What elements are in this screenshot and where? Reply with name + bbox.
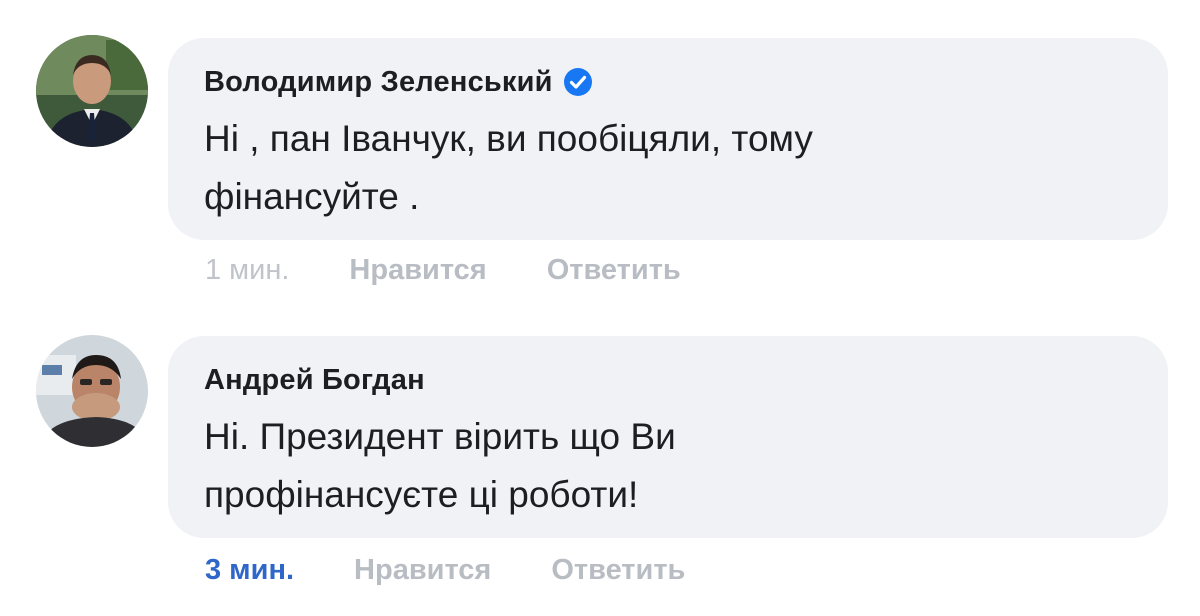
avatar-image <box>36 35 148 147</box>
author-row: Андрей Богдан <box>204 362 1132 398</box>
author-name[interactable]: Андрей Богдан <box>204 364 425 397</box>
comment-text-line: фінансуйте . <box>204 176 420 217</box>
avatar-zelensky[interactable] <box>36 35 148 147</box>
comment-bubble: Володимир Зеленський Ні , пан Іванчук, в… <box>168 38 1168 240</box>
timestamp-link[interactable]: 3 мин. <box>205 554 294 587</box>
avatar-bogdan[interactable] <box>36 335 148 447</box>
timestamp-link[interactable]: 1 мин. <box>205 254 289 287</box>
comment-text: Ні. Президент вірить що Ви профінансуєте… <box>204 408 1132 524</box>
verified-badge-icon <box>563 68 592 96</box>
comment-text-line: Ні , пан Іванчук, ви пообіцяли, тому <box>204 118 813 159</box>
comment-bubble: Андрей Богдан Ні. Президент вірить що Ви… <box>168 336 1168 538</box>
like-button[interactable]: Нравится <box>349 254 486 287</box>
comment-actions: 3 мин. Нравится Ответить <box>205 554 745 587</box>
reply-button[interactable]: Ответить <box>551 554 685 587</box>
comment-actions: 1 мин. Нравится Ответить <box>205 254 741 287</box>
avatar-image <box>36 335 148 447</box>
like-button[interactable]: Нравится <box>354 554 491 587</box>
comment-text-line: профінансуєте ці роботи! <box>204 474 639 515</box>
reply-button[interactable]: Ответить <box>547 254 681 287</box>
comment-text-line: Ні. Президент вірить що Ви <box>204 416 676 457</box>
author-name[interactable]: Володимир Зеленський <box>204 66 553 99</box>
author-row: Володимир Зеленський <box>204 64 1132 100</box>
comment-text: Ні , пан Іванчук, ви пообіцяли, тому фін… <box>204 110 1132 226</box>
